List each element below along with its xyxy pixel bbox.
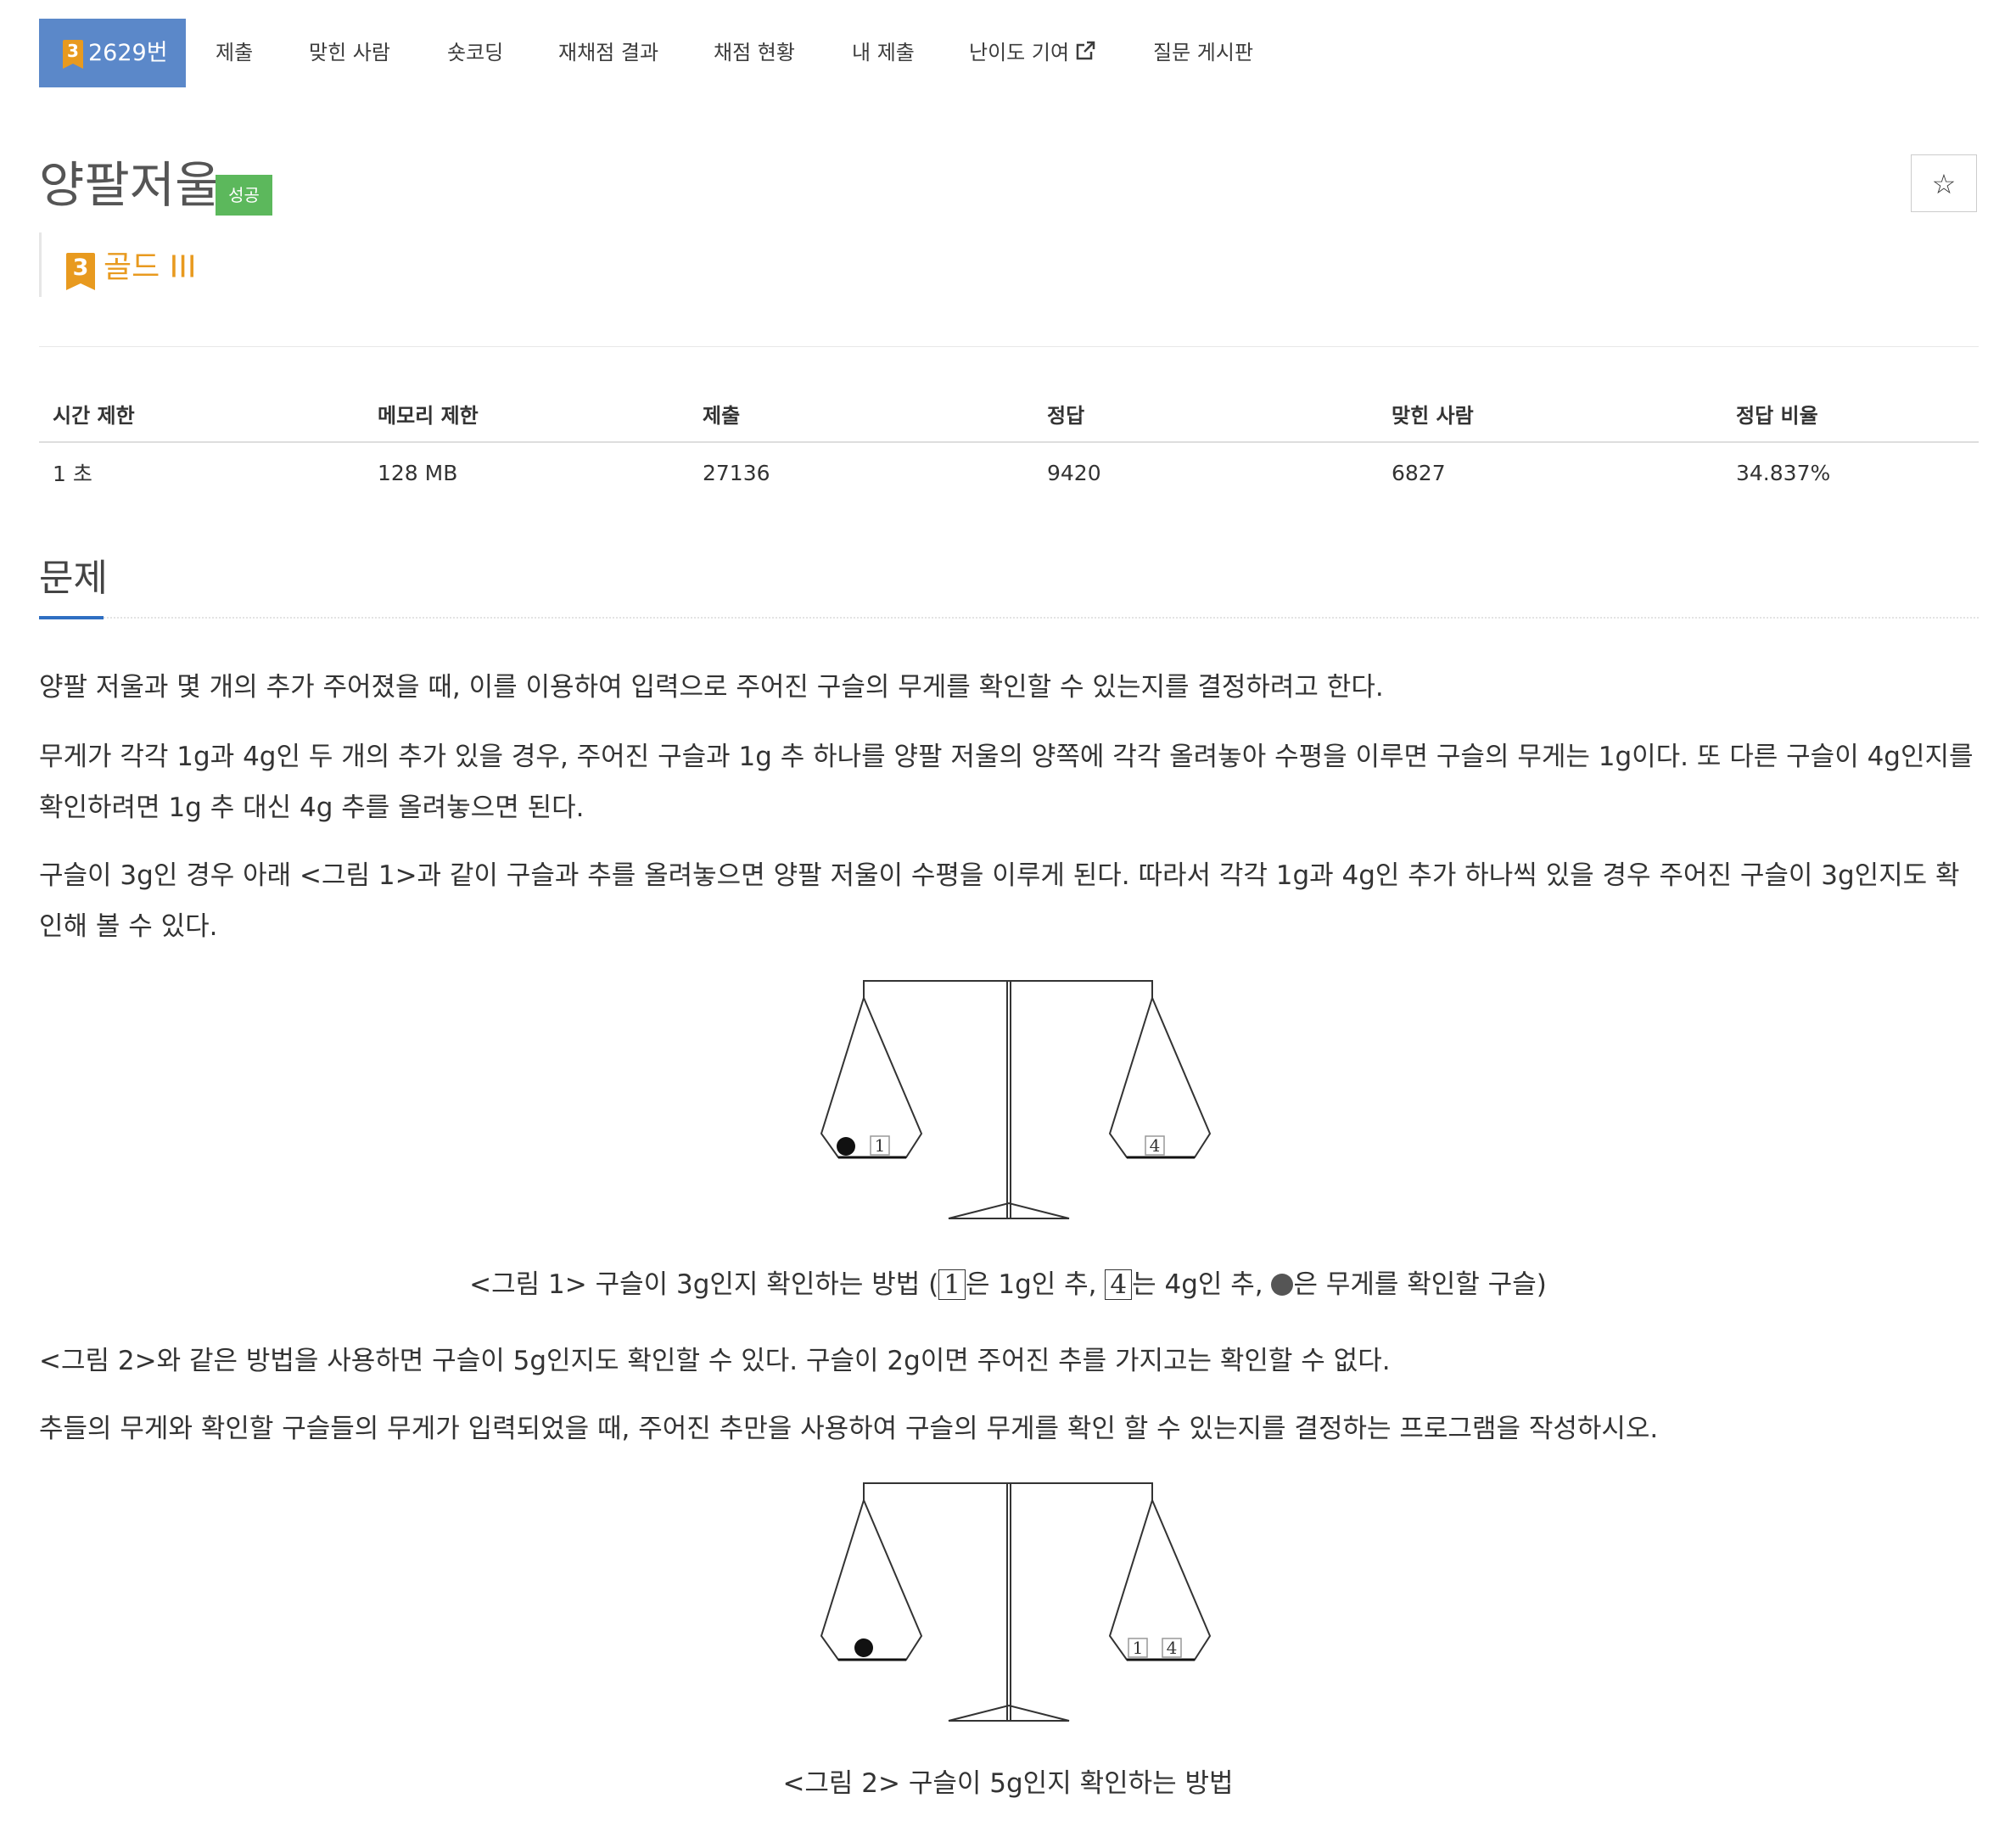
table-header-row: 시간 제한 메모리 제한 제출 정답 맞힌 사람 정답 비율 [39, 385, 1979, 443]
problem-paragraph-3: 구슬이 3g인 경우 아래 <그림 1>과 같이 구슬과 추를 올려놓으면 양팔… [39, 860, 1960, 942]
balance-scale-figure-2: 1 4 [820, 1482, 1212, 1722]
weight-4-label: 4 [1150, 1135, 1161, 1156]
header-accept-ratio: 정답 비율 [1722, 385, 1979, 443]
tab-problem-label: 2629번 [88, 40, 168, 66]
caption-text: 은 무게를 확인할 구슬) [1293, 1269, 1547, 1300]
figure-1-caption: <그림 1> 구슬이 3g인지 확인하는 방법 (1 은 1g인 추, 4는 4g… [0, 1266, 2016, 1303]
gold-tier-icon: 3 [66, 252, 95, 290]
problem-paragraph-5: 추들의 무게와 확인할 구슬들의 무게가 입력되었을 때, 주어진 추만을 사용… [39, 1414, 1659, 1444]
tab-difficulty-label: 난이도 기여 [969, 41, 1070, 64]
table-row: 1 초 128 MB 27136 9420 6827 34.837% [39, 442, 1979, 502]
marble-icon [854, 1638, 873, 1657]
header-accepted: 정답 [1033, 385, 1378, 443]
problem-paragraph-4: <그림 2>와 같은 방법을 사용하면 구슬이 5g인지도 확인할 수 있다. … [39, 1346, 1391, 1376]
problem-paragraph-2: 무게가 각각 1g과 4g인 두 개의 추가 있을 경우, 주어진 구슬과 1g… [39, 742, 1974, 823]
section-underline [39, 616, 104, 619]
problem-paragraph-1: 양팔 저울과 몇 개의 추가 주어졌을 때, 이를 이용하여 입력으로 주어진 … [39, 672, 1384, 703]
problem-title: 양팔저울 [39, 156, 221, 214]
weight-1-label: 1 [1133, 1638, 1144, 1658]
tab-difficulty-contribution[interactable]: 난이도 기여 [969, 19, 1096, 87]
weight-1-label: 1 [875, 1135, 886, 1156]
marble-icon [1271, 1274, 1294, 1296]
figure-2-caption: <그림 2> 구슬이 5g인지 확인하는 방법 [782, 1768, 1234, 1799]
marble-icon [837, 1137, 855, 1156]
tab-my-submissions[interactable]: 내 제출 [852, 19, 915, 87]
memory-limit-value: 128 MB [378, 460, 458, 485]
gold-tier-icon: 3 [63, 39, 83, 69]
status-badge: 성공 [216, 175, 272, 216]
weight-1-symbol: 1 [938, 1269, 966, 1300]
divider [39, 346, 1979, 347]
external-link-icon [1076, 41, 1095, 60]
tab-qna-board[interactable]: 질문 게시판 [1153, 19, 1253, 87]
balance-scale-figure-1: 1 4 [820, 980, 1212, 1219]
tab-submit[interactable]: 제출 [216, 19, 253, 87]
problem-info-table: 시간 제한 메모리 제한 제출 정답 맞힌 사람 정답 비율 1 초 128 M… [39, 385, 1979, 502]
weight-4-label: 4 [1167, 1638, 1178, 1658]
caption-text: 는 4g인 추, [1132, 1269, 1272, 1300]
tab-solvers[interactable]: 맞힌 사람 [309, 19, 390, 87]
star-button[interactable]: ☆ [1911, 154, 1977, 212]
tab-shortcoding[interactable]: 숏코딩 [447, 19, 503, 87]
problem-tier[interactable]: 3 골드 III [66, 246, 197, 290]
accepted-value: 9420 [1047, 460, 1101, 485]
tab-rejudge[interactable]: 재채점 결과 [558, 19, 658, 87]
caption-text: <그림 1> 구슬이 3g인지 확인하는 방법 ( [469, 1269, 939, 1300]
tab-problem[interactable]: 3 2629번 [39, 19, 186, 87]
solvers-value: 6827 [1392, 460, 1446, 485]
header-solvers: 맞힌 사람 [1378, 385, 1722, 443]
accept-ratio-value: 34.837% [1736, 460, 1831, 485]
section-rule [39, 617, 1979, 619]
header-time-limit: 시간 제한 [39, 385, 364, 443]
tab-status[interactable]: 채점 현황 [714, 19, 795, 87]
caption-text: 은 1g인 추, [965, 1269, 1106, 1300]
section-title: 문제 [39, 557, 108, 600]
time-limit-value: 1 초 [53, 462, 92, 486]
header-submissions: 제출 [689, 385, 1033, 443]
tier-divider [39, 232, 42, 297]
header-memory-limit: 메모리 제한 [364, 385, 689, 443]
tier-label: 골드 III [104, 249, 197, 285]
weight-4-symbol: 4 [1105, 1269, 1133, 1300]
submissions-value: 27136 [703, 460, 770, 485]
